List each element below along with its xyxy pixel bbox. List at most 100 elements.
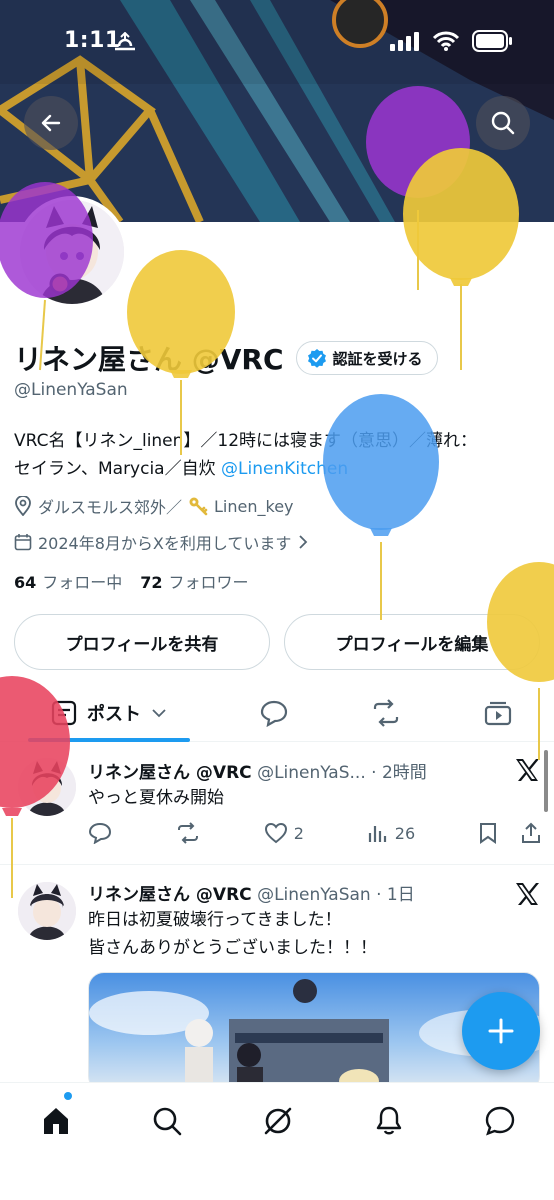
media-video-icon [484,701,512,726]
message-bubble-icon [485,1106,515,1136]
compose-button[interactable] [462,992,540,1070]
heart-icon [264,822,287,844]
back-button[interactable] [24,96,78,150]
profile-bio: VRC名【リネン_linen】／12時には寝ます（意思）／薄れ： セイラン、Ma… [14,427,544,483]
search-icon [153,1107,182,1136]
grok-icon [264,1107,292,1135]
get-verified-label: 認証を受ける [332,349,423,368]
repost-icon [373,699,399,727]
post-text-line: 皆さんありがとうございました！！！ [88,938,377,958]
tab-media[interactable] [468,684,528,742]
view-count: 26 [394,823,416,843]
post-meta: @LinenYaS... · 2時間 [257,763,427,783]
bell-icon [376,1106,402,1135]
profile-avatar[interactable] [16,196,128,308]
bottom-navigation [0,1082,554,1200]
profile-name: リネン屋さん @VRC [14,343,284,376]
nav-grok[interactable] [256,1099,300,1143]
edit-profile-button[interactable]: プロフィールを編集 [284,614,540,670]
x-logo-icon [516,759,539,781]
post-author-name[interactable]: リネン屋さん @VRC [88,885,252,905]
post-avatar[interactable] [18,758,76,816]
share-profile-button[interactable]: プロフィールを共有 [14,614,270,670]
x-logo-icon [516,883,539,905]
post-avatar[interactable] [18,882,76,940]
search-icon [491,111,515,135]
key-icon [189,497,208,516]
followers-count: 72 [140,573,163,592]
followers-link[interactable]: 72 フォロワー [140,569,248,593]
plus-icon [488,1018,514,1044]
like-count: 2 [293,823,304,843]
cellular-signal-icon [390,32,419,51]
tab-posts-label: ポスト [87,704,141,725]
post-header: リネン屋さん @VRC @LinenYaSan · 1日 [88,880,415,905]
profile-handle: @LinenYaSan [14,380,128,400]
get-verified-button[interactable]: 認証を受ける [295,341,438,375]
scrollbar[interactable] [544,750,548,812]
bookmark-icon[interactable] [478,822,498,844]
back-arrow-icon [41,114,61,132]
nav-messages[interactable] [478,1099,522,1143]
views-chart-icon [368,826,386,842]
bio-line-1: VRC名【リネン_linen】／12時には寝ます（意思）／薄れ： [14,431,478,451]
profile-location: ダルスモルス郊外／ Linen_key [14,494,294,518]
profile-joined: 2024年8月からXを利用しています [14,530,309,554]
share-icon[interactable] [520,822,542,844]
profile-name-row: リネン屋さん @VRC 認証を受ける [14,338,438,378]
chevron-down-icon [152,709,166,718]
location-text: ダルスモルス郊外／ [38,498,183,517]
reply-icon [88,822,112,844]
profile-tabs: ポスト [0,684,554,742]
wifi-icon [432,31,460,51]
chevron-right-icon[interactable] [297,534,309,550]
follow-stats: 64 フォロー中 72 フォロワー [14,569,249,593]
nav-notifications[interactable] [367,1099,411,1143]
views-button[interactable]: 26 [367,823,415,843]
bio-line-2: セイラン、Marycia／自炊 @LinenKitchen [14,455,544,483]
posts-icon [51,700,77,726]
joined-text: 2024年8月からXを利用しています [38,534,292,553]
search-button[interactable] [476,96,530,150]
reply-bubble-icon [260,700,288,727]
calendar-icon [14,534,32,551]
post-item[interactable]: リネン屋さん @VRC @LinenYaS... · 2時間 やっと夏休み開始 … [0,744,554,864]
status-bar: 1:11 [0,0,554,84]
repost-icon [177,822,198,844]
tab-reposts[interactable] [356,684,416,742]
post-text-line: やっと夏休み開始 [88,788,224,808]
sunrise-icon [115,32,135,51]
like-button[interactable]: 2 [264,822,304,844]
post-text-line: 昨日は初夏破壊行ってきました！ [88,910,342,930]
avatar-image [20,200,124,304]
nav-home[interactable] [34,1099,78,1143]
key-text: Linen_key [214,496,294,516]
nav-explore[interactable] [145,1099,189,1143]
avatar-image [18,882,76,940]
following-link[interactable]: 64 フォロー中 [14,569,122,593]
following-count: 64 [14,573,37,592]
post-extra-actions [478,822,542,844]
home-icon [44,1108,68,1134]
following-label: フォロー中 [42,573,123,592]
post-meta: @LinenYaSan · 1日 [257,885,415,905]
post-author-name[interactable]: リネン屋さん @VRC [88,763,252,783]
reply-button[interactable] [88,822,112,844]
battery-icon [472,30,512,52]
tab-posts[interactable]: ポスト [28,684,190,742]
bio-link[interactable]: @LinenKitchen [221,459,348,479]
post-divider [0,864,554,865]
post-text: 昨日は初夏破壊行ってきました！ 皆さんありがとうございました！！！ [88,906,377,962]
bio-line-2-text: セイラン、Marycia／自炊 [14,459,222,479]
repost-button[interactable] [175,822,201,844]
followers-label: フォロワー [168,573,249,592]
tab-replies[interactable] [244,684,304,742]
post-actions: 2 26 [88,822,542,844]
avatar-image [18,758,76,816]
post-header: リネン屋さん @VRC @LinenYaS... · 2時間 [88,758,427,783]
home-notification-dot [64,1092,72,1100]
verified-badge-icon [307,349,326,368]
tab-posts-underline [28,738,190,742]
location-pin-icon [15,496,31,516]
post-text: やっと夏休み開始 [88,784,224,812]
